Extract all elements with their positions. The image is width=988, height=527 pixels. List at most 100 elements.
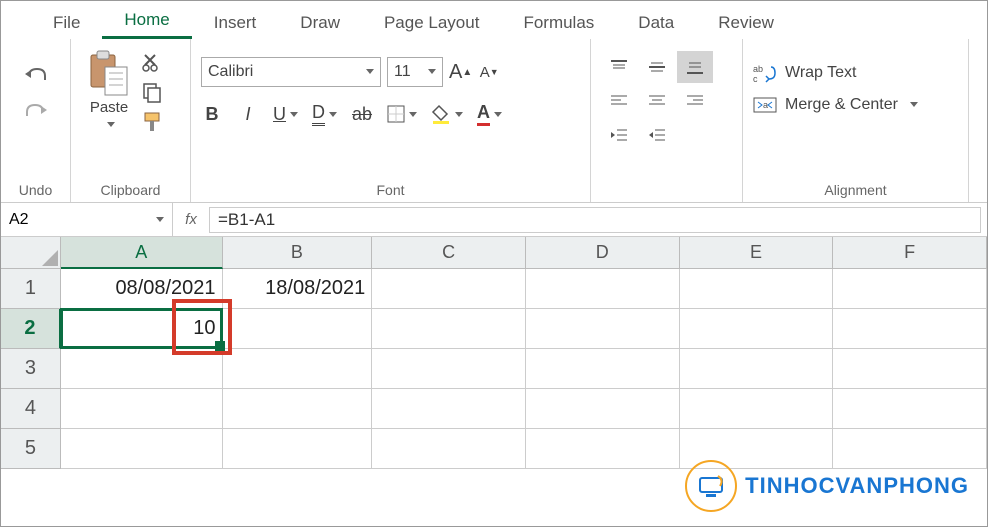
group-label-alignment: Alignment xyxy=(753,180,958,200)
svg-text:c: c xyxy=(753,74,758,83)
cell-f4[interactable] xyxy=(833,389,987,429)
cell-f1[interactable] xyxy=(833,269,987,309)
tab-review[interactable]: Review xyxy=(696,7,796,39)
cell-b4[interactable] xyxy=(223,389,373,429)
cell-e1[interactable] xyxy=(680,269,834,309)
ribbon-tabs: File Home Insert Draw Page Layout Formul… xyxy=(1,1,987,39)
cell-b5[interactable] xyxy=(223,429,373,469)
redo-button[interactable] xyxy=(23,99,49,125)
fx-icon[interactable]: fx xyxy=(173,203,209,236)
cell-d1[interactable] xyxy=(526,269,680,309)
tab-page-layout[interactable]: Page Layout xyxy=(362,7,501,39)
font-size-combo[interactable]: 11 xyxy=(387,57,443,87)
align-center-button[interactable] xyxy=(639,85,675,117)
col-header-a[interactable]: A xyxy=(61,237,223,269)
underline-button[interactable]: U xyxy=(273,101,298,127)
cell-a2[interactable]: 10 xyxy=(61,309,223,349)
borders-button[interactable] xyxy=(387,101,417,127)
cut-button[interactable] xyxy=(141,51,163,73)
tab-home[interactable]: Home xyxy=(102,4,191,39)
align-bottom-button[interactable] xyxy=(677,51,713,83)
col-header-f[interactable]: F xyxy=(833,237,987,269)
cell-e3[interactable] xyxy=(680,349,834,389)
fill-color-button[interactable] xyxy=(431,101,463,127)
watermark: TINHOCVANPHONG xyxy=(685,460,969,512)
cell-c4[interactable] xyxy=(372,389,526,429)
tab-draw[interactable]: Draw xyxy=(278,7,362,39)
group-alignment-wrap: abc Wrap Text a Merge & Center Alignment xyxy=(743,39,969,202)
col-header-c[interactable]: C xyxy=(372,237,526,269)
align-right-button[interactable] xyxy=(677,85,713,117)
bold-button[interactable]: B xyxy=(201,101,223,127)
watermark-text: TINHOCVANPHONG xyxy=(745,473,969,499)
font-name-combo[interactable]: Calibri xyxy=(201,57,381,87)
row-header-3[interactable]: 3 xyxy=(1,349,61,389)
ribbon: Undo Paste Clip xyxy=(1,39,987,203)
cell-d4[interactable] xyxy=(526,389,680,429)
cell-c5[interactable] xyxy=(372,429,526,469)
group-label-undo: Undo xyxy=(11,180,60,200)
group-clipboard: Paste Clipboard xyxy=(71,39,191,202)
tab-insert[interactable]: Insert xyxy=(192,7,279,39)
watermark-logo-icon xyxy=(685,460,737,512)
group-alignment-buttons xyxy=(591,39,743,202)
cell-b2[interactable] xyxy=(223,309,373,349)
cell-a5[interactable] xyxy=(61,429,223,469)
paste-label: Paste xyxy=(90,99,128,116)
col-header-d[interactable]: D xyxy=(526,237,680,269)
cell-f3[interactable] xyxy=(833,349,987,389)
cell-a3[interactable] xyxy=(61,349,223,389)
copy-button[interactable] xyxy=(141,81,163,103)
formula-input[interactable]: =B1-A1 xyxy=(209,207,981,233)
cell-d3[interactable] xyxy=(526,349,680,389)
svg-text:a: a xyxy=(763,100,768,110)
name-box[interactable]: A2 xyxy=(1,203,173,236)
font-color-button[interactable]: A xyxy=(477,101,502,127)
paste-button[interactable]: Paste xyxy=(81,49,137,134)
strikethrough-button[interactable]: ab xyxy=(351,101,373,127)
tab-formulas[interactable]: Formulas xyxy=(501,7,616,39)
select-all-corner[interactable] xyxy=(1,237,61,269)
col-header-e[interactable]: E xyxy=(680,237,834,269)
paste-dropdown-icon[interactable] xyxy=(103,116,115,134)
italic-button[interactable]: I xyxy=(237,101,259,127)
cell-c3[interactable] xyxy=(372,349,526,389)
group-label-clipboard: Clipboard xyxy=(81,180,180,200)
increase-indent-button[interactable] xyxy=(639,119,675,151)
align-top-button[interactable] xyxy=(601,51,637,83)
cell-a4[interactable] xyxy=(61,389,223,429)
group-undo: Undo xyxy=(1,39,71,202)
group-label-font: Font xyxy=(201,180,580,200)
formula-bar: A2 fx =B1-A1 xyxy=(1,203,987,237)
decrease-indent-button[interactable] xyxy=(601,119,637,151)
increase-font-button[interactable]: A▲ xyxy=(449,59,472,85)
row-header-4[interactable]: 4 xyxy=(1,389,61,429)
tab-file[interactable]: File xyxy=(31,7,102,39)
cell-a1[interactable]: 08/08/2021 xyxy=(61,269,223,309)
row-header-5[interactable]: 5 xyxy=(1,429,61,469)
cell-b3[interactable] xyxy=(223,349,373,389)
cell-d2[interactable] xyxy=(526,309,680,349)
cell-d5[interactable] xyxy=(526,429,680,469)
align-middle-button[interactable] xyxy=(639,51,675,83)
format-painter-button[interactable] xyxy=(141,111,163,133)
cell-e4[interactable] xyxy=(680,389,834,429)
cell-c2[interactable] xyxy=(372,309,526,349)
group-font: Calibri 11 A▲ A▼ B I U D ab A Font xyxy=(191,39,591,202)
cell-b1[interactable]: 18/08/2021 xyxy=(223,269,373,309)
worksheet: A B C D E F 1 08/08/2021 18/08/2021 2 10… xyxy=(1,237,987,469)
double-underline-button[interactable]: D xyxy=(312,101,337,127)
align-left-button[interactable] xyxy=(601,85,637,117)
row-header-2[interactable]: 2 xyxy=(1,309,61,349)
merge-center-button[interactable]: a Merge & Center xyxy=(753,95,958,115)
svg-text:ab: ab xyxy=(753,64,763,74)
row-header-1[interactable]: 1 xyxy=(1,269,61,309)
cell-e2[interactable] xyxy=(680,309,834,349)
decrease-font-button[interactable]: A▼ xyxy=(478,59,500,85)
cell-c1[interactable] xyxy=(372,269,526,309)
wrap-text-button[interactable]: abc Wrap Text xyxy=(753,63,958,83)
undo-button[interactable] xyxy=(23,63,49,89)
col-header-b[interactable]: B xyxy=(223,237,373,269)
tab-data[interactable]: Data xyxy=(616,7,696,39)
cell-f2[interactable] xyxy=(833,309,987,349)
